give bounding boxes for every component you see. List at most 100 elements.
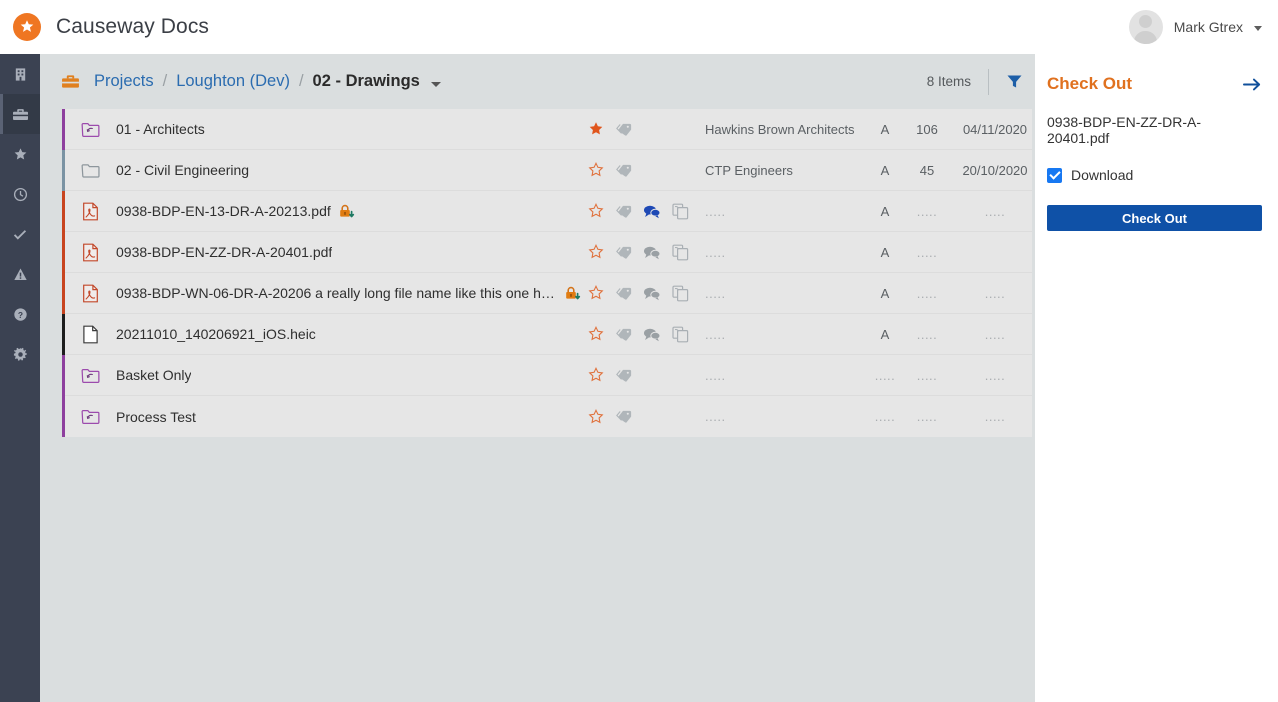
row-actions (584, 406, 696, 428)
row-revision: A (880, 326, 890, 342)
row-name-cell[interactable]: Process Test (62, 408, 582, 425)
tag-icon[interactable] (612, 241, 636, 263)
table-row[interactable]: 0938-BDP-EN-13-DR-A-20213.pdf..... A.....… (62, 191, 1032, 232)
sidebar-item-projects[interactable] (0, 94, 40, 134)
row-name-cell[interactable]: Basket Only (62, 367, 582, 384)
row-actions (584, 159, 696, 181)
star-icon[interactable] (584, 323, 608, 345)
row-accent-bar (62, 273, 65, 314)
star-icon[interactable] (584, 406, 608, 428)
row-name-cell[interactable]: 02 - Civil Engineering (62, 162, 582, 179)
row-size: ..... (916, 285, 938, 301)
row-date: ..... (984, 326, 1006, 342)
copy-icon[interactable] (668, 200, 692, 222)
row-actions (584, 323, 696, 345)
chevron-down-icon[interactable] (430, 82, 441, 87)
pdf-icon (80, 202, 100, 221)
briefcase-icon (61, 73, 80, 90)
row-date: ..... (984, 367, 1006, 383)
comment-icon[interactable] (640, 282, 664, 304)
table-row[interactable]: Basket Only.................... (62, 355, 1032, 396)
row-size: ..... (916, 244, 938, 260)
star-icon[interactable] (584, 282, 608, 304)
row-size: ..... (916, 203, 938, 219)
comment-icon[interactable] (640, 200, 664, 222)
table-row[interactable]: 0938-BDP-WN-06-DR-A-20206 a really long … (62, 273, 1032, 314)
check-out-button[interactable]: Check Out (1047, 205, 1262, 231)
row-name-text: 0938-BDP-EN-ZZ-DR-A-20401.pdf (116, 244, 333, 260)
row-accent-bar (62, 355, 65, 396)
file-icon (80, 325, 100, 344)
tag-icon[interactable] (612, 282, 636, 304)
breadcrumb-projects[interactable]: Projects (94, 72, 154, 91)
chevron-down-icon[interactable] (1254, 25, 1262, 31)
table-row[interactable]: 0938-BDP-EN-ZZ-DR-A-20401.pdf..... A..... (62, 232, 1032, 273)
download-option[interactable]: Download (1047, 167, 1262, 183)
copy-icon[interactable] (668, 323, 692, 345)
row-revision: A (880, 203, 890, 219)
row-accent-bar (62, 232, 65, 273)
sidebar-item-company[interactable] (0, 54, 40, 94)
svg-text:?: ? (17, 309, 22, 319)
row-name-cell[interactable]: 20211010_140206921_iOS.heic (62, 325, 582, 344)
row-date: 20/10/2020 (962, 162, 1028, 178)
comment-icon[interactable] (640, 323, 664, 345)
row-name-cell[interactable]: 0938-BDP-EN-ZZ-DR-A-20401.pdf (62, 243, 582, 262)
star-icon[interactable] (584, 118, 608, 140)
row-actions (584, 200, 696, 222)
table-row[interactable]: 02 - Civil Engineering CTP Engineers A 45 20… (62, 150, 1032, 191)
sidebar-item-favourites[interactable] (0, 134, 40, 174)
sidebar-item-tasks[interactable] (0, 214, 40, 254)
filter-icon[interactable] (1006, 73, 1023, 90)
checkout-panel: Check Out 0938-BDP-EN-ZZ-DR-A-20401.pdf … (1035, 54, 1278, 702)
row-name-cell[interactable]: 0938-BDP-EN-13-DR-A-20213.pdf (62, 202, 582, 221)
tag-icon[interactable] (612, 159, 636, 181)
sidebar-item-help[interactable]: ? (0, 294, 40, 334)
tag-icon[interactable] (612, 323, 636, 345)
row-originator: ..... (705, 285, 726, 301)
row-originator: ..... (705, 326, 726, 342)
copy-icon[interactable] (668, 282, 692, 304)
table-row[interactable]: Process Test.................... (62, 396, 1032, 437)
row-revision: A (880, 162, 890, 178)
avatar (1128, 10, 1163, 44)
tag-icon[interactable] (612, 200, 636, 222)
row-name-cell[interactable]: 01 - Architects (62, 121, 582, 138)
row-size: ..... (916, 367, 938, 383)
star-icon[interactable] (584, 159, 608, 181)
row-accent-bar (62, 191, 65, 232)
row-name-text: 0938-BDP-EN-13-DR-A-20213.pdf (116, 203, 331, 219)
row-originator: ..... (705, 244, 726, 260)
row-accent-bar (62, 109, 65, 150)
comment-icon[interactable] (640, 241, 664, 263)
row-revision: A (880, 285, 890, 301)
row-name-text: Basket Only (116, 367, 192, 383)
row-revision: A (880, 244, 890, 260)
breadcrumb-project[interactable]: Loughton (Dev) (176, 72, 290, 91)
star-icon[interactable] (584, 200, 608, 222)
folder-link-icon (80, 367, 100, 384)
tag-icon[interactable] (612, 118, 636, 140)
sidebar-item-settings[interactable] (0, 334, 40, 374)
sidebar-item-recent[interactable] (0, 174, 40, 214)
user-menu[interactable]: Mark Gtrex (1128, 10, 1262, 44)
arrow-right-icon[interactable] (1243, 77, 1262, 92)
checkout-filename: 0938-BDP-EN-ZZ-DR-A-20401.pdf (1047, 114, 1202, 146)
table-row[interactable]: 20211010_140206921_iOS.heic..... A.......… (62, 314, 1032, 355)
row-originator: ..... (705, 367, 726, 383)
pdf-icon (80, 243, 100, 262)
row-originator: Hawkins Brown Architects (705, 121, 855, 137)
star-icon[interactable] (584, 364, 608, 386)
copy-icon[interactable] (668, 241, 692, 263)
row-accent-bar (62, 396, 65, 437)
tag-icon[interactable] (612, 364, 636, 386)
sidebar-item-alerts[interactable] (0, 254, 40, 294)
row-size: 106 (916, 121, 938, 137)
file-list: 01 - Architects Hawkins Brown Architects A… (62, 109, 1032, 437)
tag-icon[interactable] (612, 406, 636, 428)
row-size: 45 (919, 162, 935, 178)
star-icon[interactable] (584, 241, 608, 263)
download-checkbox[interactable] (1047, 167, 1062, 183)
table-row[interactable]: 01 - Architects Hawkins Brown Architects A… (62, 109, 1032, 150)
row-name-cell[interactable]: 0938-BDP-WN-06-DR-A-20206 a really long … (62, 284, 582, 303)
